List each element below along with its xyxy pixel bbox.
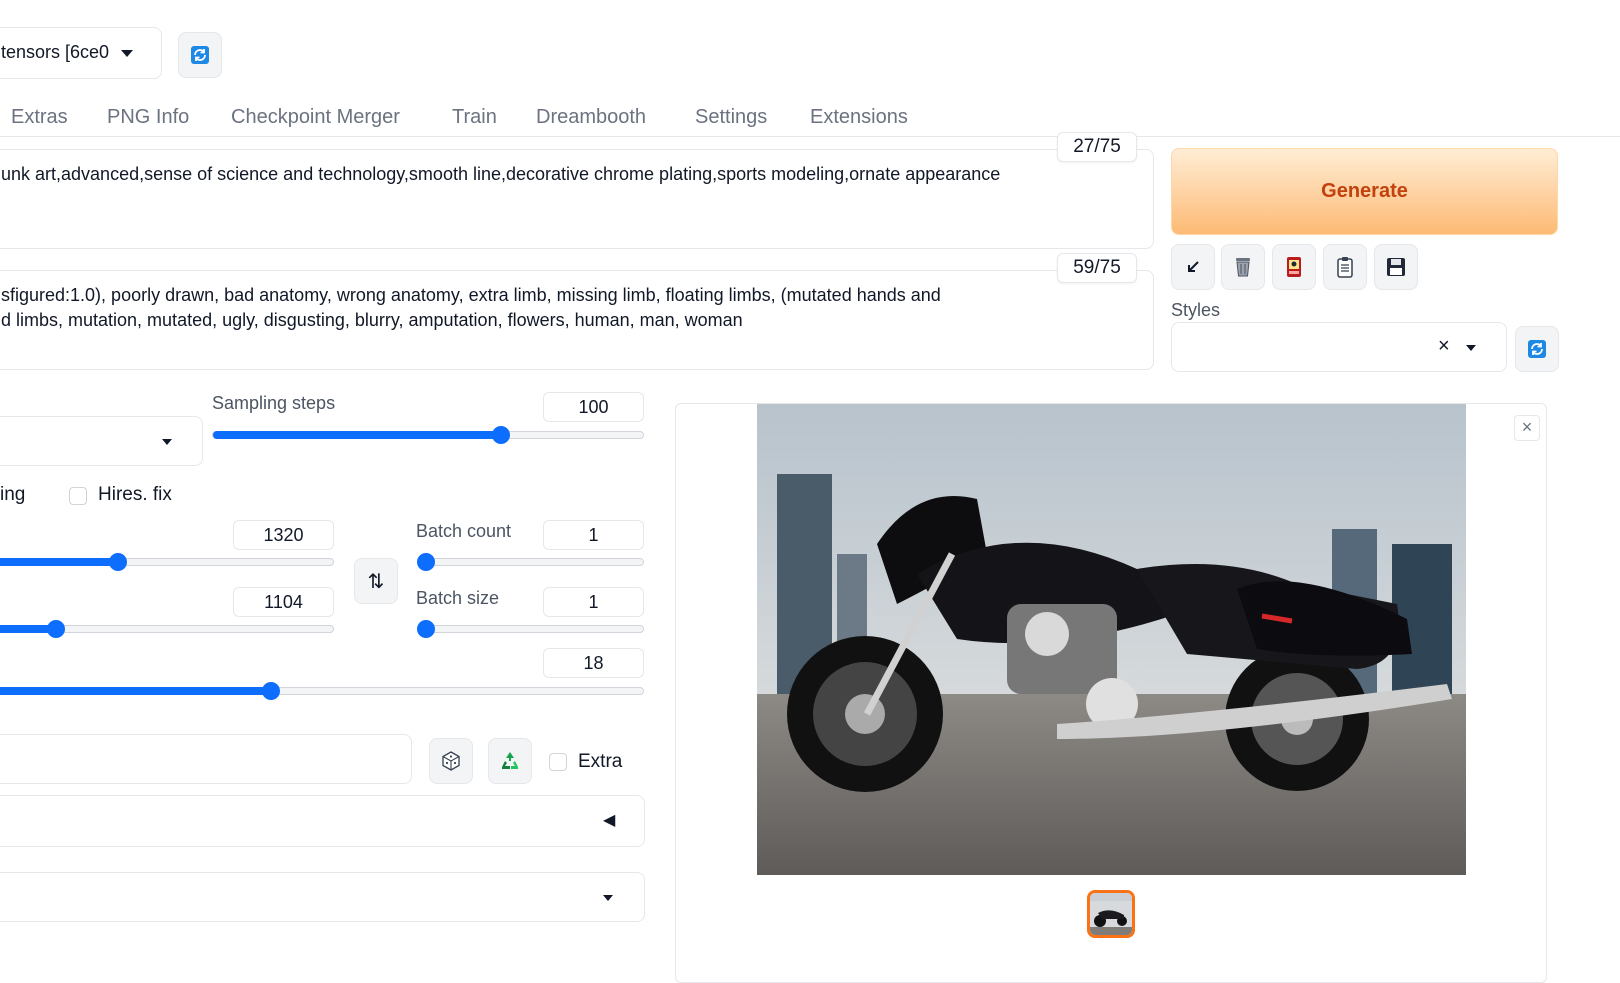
sampling-steps-label: Sampling steps: [212, 393, 336, 413]
swap-arrows-icon: ⇅: [367, 570, 385, 593]
floppy-disk-icon: [1387, 258, 1405, 276]
checkpoint-value: tensors [6ce0: [1, 42, 110, 62]
prompt-textarea[interactable]: unk art,advanced,sense of science and te…: [0, 149, 1154, 249]
slider-thumb[interactable]: [492, 426, 511, 444]
sampling-steps-slider[interactable]: [212, 426, 644, 444]
width-input[interactable]: 1320: [233, 520, 334, 550]
negative-prompt-token-counter: 59/75: [1057, 253, 1137, 283]
restore-option-label: ing: [0, 484, 26, 505]
slider-thumb[interactable]: [417, 620, 435, 638]
arrow-down-left-icon: [1188, 261, 1199, 272]
extra-seed-checkbox[interactable]: [549, 753, 567, 771]
random-seed-button[interactable]: [429, 738, 473, 784]
refresh-icon: [1528, 340, 1546, 358]
generate-button[interactable]: Generate: [1171, 148, 1558, 235]
save-style-button[interactable]: [1374, 244, 1418, 290]
tab-checkpoint-merger[interactable]: Checkpoint Merger: [231, 106, 400, 129]
tab-settings[interactable]: Settings: [695, 106, 767, 129]
recycle-icon: [502, 752, 518, 769]
cfg-scale-input[interactable]: 18: [543, 648, 644, 678]
negative-prompt-textarea[interactable]: sfigured:1.0), poorly drawn, bad anatomy…: [0, 270, 1154, 370]
generate-label: Generate: [1321, 180, 1408, 202]
close-icon: ×: [1521, 417, 1533, 437]
styles-label: Styles: [1171, 300, 1221, 320]
negative-prompt-line-2: d limbs, mutation, mutated, ugly, disgus…: [1, 310, 743, 330]
tab-dreambooth[interactable]: Dreambooth: [536, 106, 646, 129]
batch-count-label: Batch count: [416, 521, 512, 541]
collapse-arrow-icon: ◀: [603, 812, 616, 829]
clipboard-icon: [1337, 257, 1353, 278]
clear-prompt-button[interactable]: [1221, 244, 1265, 290]
prompt-token-counter: 27/75: [1057, 132, 1137, 162]
show-extra-networks-button[interactable]: [1272, 244, 1316, 290]
chevron-down-icon: [603, 895, 613, 901]
height-slider[interactable]: [0, 620, 334, 638]
styles-dropdown[interactable]: ×: [1171, 322, 1507, 372]
scripts-accordion[interactable]: ◀: [0, 795, 645, 847]
negative-prompt-line-1: sfigured:1.0), poorly drawn, bad anatomy…: [1, 285, 941, 305]
checkpoint-dropdown[interactable]: tensors [6ce0: [0, 27, 162, 79]
refresh-icon: [191, 46, 209, 64]
prompt-text: unk art,advanced,sense of science and te…: [1, 164, 1001, 184]
card-icon: [1287, 257, 1301, 277]
extra-seed-label: Extra: [578, 751, 623, 772]
gallery-thumbnail[interactable]: [1087, 890, 1135, 938]
styles-clear-icon[interactable]: ×: [1438, 335, 1450, 358]
chevron-down-icon: [162, 439, 172, 445]
reuse-seed-button[interactable]: [488, 738, 532, 784]
read-params-button[interactable]: [1171, 244, 1215, 290]
trash-icon: [1236, 258, 1250, 277]
sampler-dropdown[interactable]: [0, 416, 203, 466]
width-slider[interactable]: [0, 553, 334, 571]
tab-png-info[interactable]: PNG Info: [107, 106, 189, 129]
slider-thumb[interactable]: [417, 553, 435, 571]
chevron-down-icon: [1466, 345, 1476, 351]
tab-train[interactable]: Train: [452, 106, 497, 129]
seed-input[interactable]: [0, 734, 412, 784]
refresh-checkpoint-button[interactable]: [178, 32, 222, 78]
slider-thumb[interactable]: [46, 620, 65, 638]
thumbnail-image: [1090, 893, 1132, 935]
hires-fix-label: Hires. fix: [98, 484, 172, 505]
sampling-steps-input[interactable]: 100: [543, 392, 644, 422]
cfg-scale-slider[interactable]: [0, 682, 644, 700]
batch-size-label: Batch size: [416, 588, 500, 608]
chevron-down-icon: [121, 50, 133, 57]
batch-count-slider[interactable]: [417, 553, 644, 571]
height-input[interactable]: 1104: [233, 587, 334, 617]
tab-extensions[interactable]: Extensions: [810, 106, 908, 129]
dice-icon: [442, 751, 460, 771]
hires-fix-checkbox[interactable]: [69, 487, 87, 505]
slider-thumb[interactable]: [108, 553, 127, 571]
generated-image[interactable]: [757, 404, 1466, 875]
script-dropdown[interactable]: [0, 872, 645, 922]
refresh-styles-button[interactable]: [1515, 326, 1559, 372]
slider-thumb[interactable]: [262, 682, 281, 700]
batch-count-input[interactable]: 1: [543, 520, 644, 550]
batch-size-slider[interactable]: [417, 620, 644, 638]
tab-divider: [0, 136, 1620, 137]
tab-extras[interactable]: Extras: [11, 106, 68, 129]
gallery-close-button[interactable]: ×: [1514, 415, 1540, 441]
apply-styles-button[interactable]: [1323, 244, 1367, 290]
batch-size-input[interactable]: 1: [543, 587, 644, 617]
swap-dimensions-button[interactable]: ⇅: [354, 558, 398, 604]
